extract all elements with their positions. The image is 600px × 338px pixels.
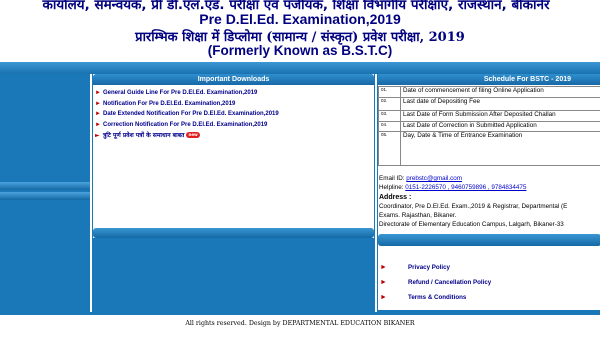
address-heading: Address : xyxy=(379,193,412,201)
left-sidebar-divider xyxy=(0,182,90,190)
schedule-panel: Schedule For BSTC - 2019 01. Date of com… xyxy=(377,74,600,312)
schedule-title: Schedule For BSTC - 2019 xyxy=(378,74,600,85)
page: कार्यालय, समन्वयक, प्री डी.एल.एड. परीक्ष… xyxy=(0,0,600,338)
footer-copyright: All rights reserved. Design by DEPARTMEN… xyxy=(185,320,415,327)
download-link-label: General Guide Line For Pre D.El.Ed. Exam… xyxy=(103,90,258,97)
email-link[interactable]: prebstc@gmail.com xyxy=(406,175,462,182)
refund-policy-link[interactable]: ► Refund / Cancellation Policy xyxy=(378,275,600,289)
row-number: 02. xyxy=(378,97,401,111)
download-link-notification[interactable]: ► Notification For Pre D.El.Ed. Examinat… xyxy=(95,99,373,110)
arrow-bullet-icon: ► xyxy=(95,131,100,139)
row-number: 03. xyxy=(378,110,401,122)
left-sidebar-divider xyxy=(0,192,90,200)
helpline-label: Helpline: xyxy=(379,184,404,192)
policy-link-label: Terms & Conditions xyxy=(408,293,467,301)
address-line: Directorate of Elementary Education Camp… xyxy=(379,221,564,229)
downloads-list: ► General Guide Line For Pre D.El.Ed. Ex… xyxy=(95,88,373,141)
arrow-bullet-icon: ► xyxy=(380,263,387,271)
privacy-policy-link[interactable]: ► Privacy Policy xyxy=(378,260,600,274)
row-label: Last date of Depositing Fee xyxy=(400,97,600,111)
arrow-bullet-icon: ► xyxy=(95,90,101,97)
arrow-bullet-icon: ► xyxy=(380,293,387,301)
arrow-bullet-icon: ► xyxy=(95,121,101,128)
bottom-bar xyxy=(0,312,600,315)
arrow-bullet-icon: ► xyxy=(95,100,101,107)
top-banner-bar xyxy=(0,62,600,74)
schedule-table: 01. Date of commencement of filing Onlin… xyxy=(378,86,600,166)
new-badge-icon: new xyxy=(186,132,200,139)
address-line: Coordinator, Pre D.El.Ed. Exam.,2019 & R… xyxy=(379,202,568,210)
row-label: Day, Date & Time of Entrance Examination xyxy=(400,131,600,166)
row-label: Date of commencement of filing Online Ap… xyxy=(400,86,600,98)
terms-link[interactable]: ► Terms & Conditions xyxy=(378,290,600,304)
policy-links: ► Privacy Policy ► Refund / Cancellation… xyxy=(378,246,600,312)
download-link-admit-card-fix[interactable]: ► त्रुटि पूर्ण प्रवेश पत्रों के समाधान ब… xyxy=(95,130,373,141)
arrow-bullet-icon: ► xyxy=(95,111,101,118)
schedule-panel-divider-bar xyxy=(378,234,600,246)
downloads-panel-footer-bar xyxy=(93,228,374,238)
download-link-label: त्रुटि पूर्ण प्रवेश पत्रों के समाधान बाब… xyxy=(103,132,185,140)
download-link-label: Notification For Pre D.El.Ed. Examinatio… xyxy=(103,100,236,107)
email-line: Email ID: prebstc@gmail.com xyxy=(379,174,600,183)
email-label: Email ID: xyxy=(379,175,405,182)
exam-title: Pre D.El.Ed. Examination,2019 xyxy=(199,11,401,27)
table-row: 01. Date of commencement of filing Onlin… xyxy=(378,86,600,98)
exam-subtitle: (Formerly Known as B.S.T.C) xyxy=(207,43,393,58)
table-row: 03. Last Date of Form Submission After D… xyxy=(378,110,600,122)
address-line: Exams. Rajasthan, Bikaner. xyxy=(379,212,457,220)
table-row: 02. Last date of Depositing Fee xyxy=(378,97,600,111)
contact-info: Email ID: prebstc@gmail.com Helpline: 01… xyxy=(379,174,600,230)
download-link-label: Date Extended Notification For Pre D.El.… xyxy=(103,111,279,118)
helpline-line: Helpline: 0151-2226570 , 9460759896 , 97… xyxy=(379,183,600,192)
left-sidebar xyxy=(0,74,90,312)
table-row: 04. Last Date of Correction in Submitted… xyxy=(378,121,600,132)
table-row: 05. Day, Date & Time of Entrance Examina… xyxy=(378,131,600,166)
row-number: 04. xyxy=(378,121,401,132)
downloads-title: Important Downloads xyxy=(93,74,374,85)
downloads-panel: Important Downloads ► General Guide Line… xyxy=(92,74,375,312)
download-link-correction[interactable]: ► Correction Notification For Pre D.El.E… xyxy=(95,120,373,131)
row-number: 05. xyxy=(378,131,401,166)
download-link-date-extended[interactable]: ► Date Extended Notification For Pre D.E… xyxy=(95,109,373,120)
download-link-label: Correction Notification For Pre D.El.Ed.… xyxy=(103,121,268,128)
helpline-link[interactable]: 0151-2226570 , 9460759896 , 9784834475 xyxy=(405,184,526,191)
downloads-panel-lower-area xyxy=(93,238,374,312)
policy-link-label: Refund / Cancellation Policy xyxy=(408,278,492,286)
row-label: Last Date of Form Submission After Depos… xyxy=(400,110,600,122)
arrow-bullet-icon: ► xyxy=(380,278,387,286)
download-link-guideline[interactable]: ► General Guide Line For Pre D.El.Ed. Ex… xyxy=(95,88,373,99)
row-number: 01. xyxy=(378,86,401,98)
row-label: Last Date of Correction in Submitted App… xyxy=(400,121,600,132)
policy-link-label: Privacy Policy xyxy=(408,263,450,271)
